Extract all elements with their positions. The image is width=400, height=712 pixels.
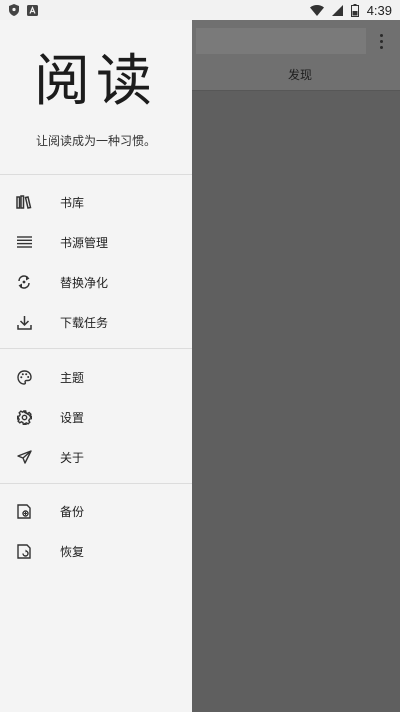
gear-icon [15,408,33,426]
menu-label: 备份 [60,504,85,519]
menu-item-theme[interactable]: 主题 [0,357,192,397]
menu-label: 替换净化 [60,275,109,290]
download-icon [15,313,33,331]
menu-label: 下载任务 [60,315,109,330]
menu-label: 书源管理 [60,235,109,250]
restore-icon [15,542,33,560]
menu-item-restore[interactable]: 恢复 [0,531,192,571]
palette-icon [15,368,33,386]
tab-discover: 发现 [287,68,312,82]
menu-item-backup[interactable]: 备份 [0,491,192,531]
battery-icon [350,3,359,17]
divider [0,174,192,175]
list-icon [15,233,33,251]
menu-item-about[interactable]: 关于 [0,437,192,477]
backup-icon [15,502,33,520]
bookshelf-icon [15,193,33,211]
menu-item-replace-purify[interactable]: 替换净化 [0,262,192,302]
status-time: 4:39 [366,2,392,18]
replace-icon [15,273,33,291]
menu-label: 书库 [60,195,85,210]
menu-label: 恢复 [60,544,85,559]
divider [0,483,192,484]
menu-item-download-tasks[interactable]: 下载任务 [0,302,192,342]
a-icon [27,4,38,16]
screen: 4:39 发现 阅读 让阅读成为一种习惯。 书库 书源管理 替换净化 下载任务 … [0,0,400,712]
menu-item-settings[interactable]: 设置 [0,397,192,437]
menu-label: 主题 [60,370,85,385]
shield-icon [9,4,19,16]
menu-label: 设置 [60,410,85,425]
divider [0,348,192,349]
signal-icon [331,4,343,16]
app-slogan: 让阅读成为一种习惯。 [35,134,156,148]
app-logo: 阅读 [34,49,158,114]
menu-item-book-source[interactable]: 书源管理 [0,222,192,262]
menu-item-bookshelf[interactable]: 书库 [0,182,192,222]
navigation-drawer: 阅读 让阅读成为一种习惯。 书库 书源管理 替换净化 下载任务 主题 设置 关于… [0,0,192,712]
status-bar: 4:39 [0,0,400,20]
menu-label: 关于 [60,450,85,465]
more-vert-icon [374,29,388,53]
background-search-field [196,28,366,54]
send-icon [15,448,33,466]
wifi-icon [309,4,324,16]
